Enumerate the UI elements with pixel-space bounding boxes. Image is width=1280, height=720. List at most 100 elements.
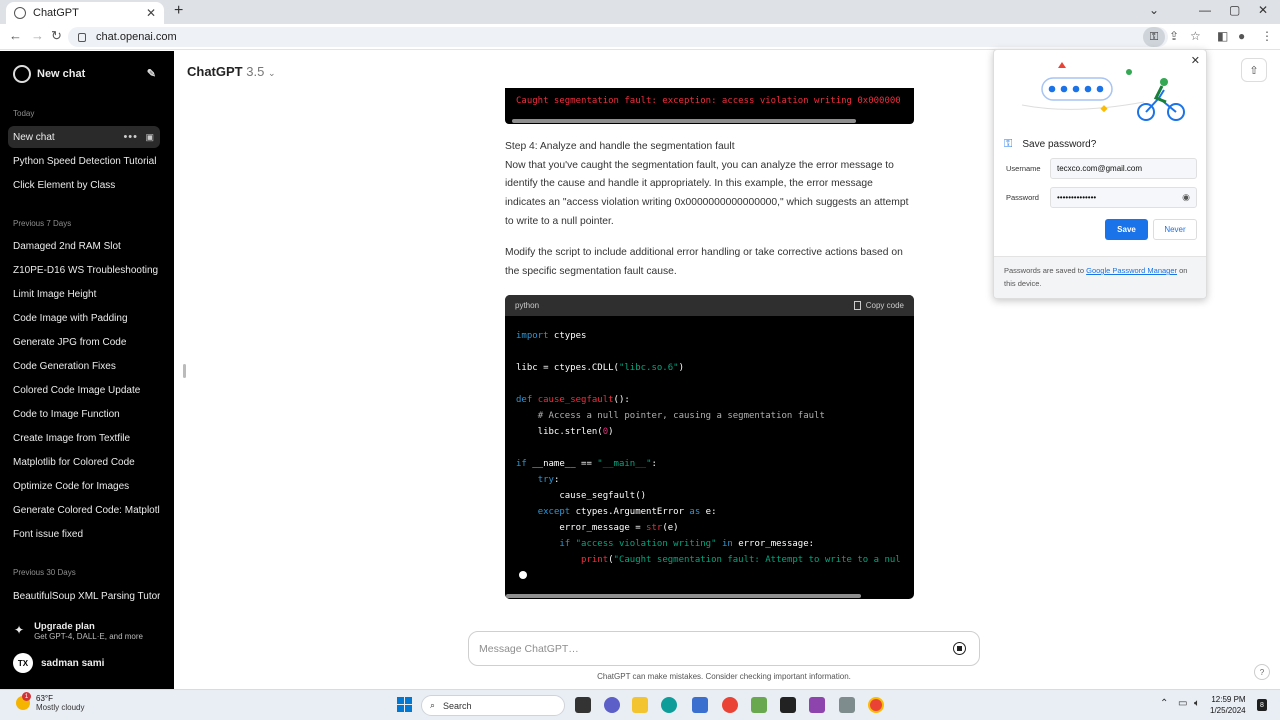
save-password-title: ⚿ Save password? (1004, 138, 1096, 151)
terminal-icon[interactable] (780, 697, 796, 713)
edit-icon[interactable]: ✎ (147, 67, 156, 80)
chat-item[interactable]: Code Generation Fixes (8, 355, 160, 377)
chrome-active-icon[interactable] (868, 697, 884, 713)
search-icon: ⌕ (430, 700, 436, 710)
sparkle-icon: ✦ (14, 623, 25, 637)
app-icon[interactable] (839, 697, 855, 713)
store-icon[interactable] (692, 697, 708, 713)
vpn-icon[interactable] (809, 697, 825, 713)
chat-item[interactable]: Code to Image Function (8, 403, 160, 425)
user-menu[interactable]: TX sadman sami (13, 653, 104, 673)
password-manager-link[interactable]: Google Password Manager (1086, 266, 1177, 275)
close-window-icon[interactable]: ✕ (1258, 3, 1268, 17)
forward-icon[interactable]: → (31, 28, 44, 43)
modify-paragraph: Modify the script to include additional … (505, 247, 903, 277)
volume-icon[interactable]: 🔈︎ (1194, 698, 1200, 709)
chat-item-label: Font issue fixed (13, 528, 84, 540)
chat-item[interactable]: Colored Code Image Update (8, 379, 160, 401)
start-button[interactable] (397, 697, 412, 712)
chat-item[interactable]: Create Image from Textfile (8, 427, 160, 449)
address-bar[interactable]: chat.openai.com (68, 27, 1168, 47)
password-footer: Passwords are saved to Google Password M… (994, 256, 1206, 298)
copy-code-button[interactable]: Copy code (853, 301, 904, 310)
footer-prefix: Passwords are saved to (1004, 266, 1087, 275)
edge-icon[interactable] (661, 697, 677, 713)
notification-badge[interactable]: 8 (1257, 699, 1267, 711)
chat-item[interactable]: Click Element by Class (8, 174, 160, 196)
help-button[interactable]: ? (1254, 664, 1270, 680)
file-explorer-icon[interactable] (632, 697, 648, 713)
chatgpt-favicon-icon (14, 7, 26, 19)
chat-item[interactable]: Generate Colored Code: Matplotli (8, 499, 160, 521)
password-field[interactable]: •••••••••••••• ◉ (1050, 187, 1197, 208)
never-button[interactable]: Never (1153, 219, 1197, 240)
share-button[interactable]: ⇧ (1241, 58, 1267, 82)
profile-icon[interactable]: ● (1238, 29, 1245, 43)
browser-tab[interactable]: ChatGPT ✕ (6, 2, 164, 24)
chat-item[interactable]: New chat ••• ▣ (8, 126, 160, 148)
new-chat-button[interactable]: New chat ✎ (8, 63, 160, 85)
archive-icon[interactable]: ▣ (145, 132, 154, 143)
horizontal-scrollbar[interactable] (512, 119, 856, 123)
save-password-button[interactable]: Save (1105, 219, 1148, 240)
sidebar-resize-handle[interactable] (183, 364, 186, 378)
python-code-block: python Copy code import ctypes libc = ct… (505, 295, 914, 599)
share-page-icon[interactable]: ⇪ (1169, 29, 1179, 43)
chat-item[interactable]: BeautifulSoup XML Parsing Tutor (8, 585, 160, 607)
site-info-icon[interactable] (78, 32, 86, 42)
eye-icon[interactable]: ◉ (1182, 192, 1190, 203)
side-panel-icon[interactable]: ◧ (1217, 29, 1228, 43)
message-input[interactable] (479, 640, 919, 658)
chat-app-icon[interactable] (604, 697, 620, 713)
chat-item[interactable]: Z10PE-D16 WS Troubleshooting G (8, 259, 160, 281)
chat-item[interactable]: Limit Image Height (8, 283, 160, 305)
stop-generating-button[interactable] (953, 642, 966, 655)
tab-title: ChatGPT (33, 7, 79, 19)
maximize-icon[interactable]: ▢ (1229, 3, 1240, 17)
chat-item[interactable]: Font issue fixed (8, 523, 160, 545)
task-view-icon[interactable] (575, 697, 591, 713)
new-tab-icon[interactable]: + (174, 2, 183, 20)
back-icon[interactable]: ← (9, 28, 22, 43)
chat-item[interactable]: Generate JPG from Code (8, 331, 160, 353)
date: 1/25/2024 (1210, 706, 1246, 715)
chat-item-label: Create Image from Textfile (13, 432, 131, 444)
section-label-previous-7-days: Previous 7 Days (13, 219, 72, 228)
upgrade-plan-button[interactable]: ✦ Upgrade plan Get GPT-4, DALL·E, and mo… (14, 621, 143, 641)
username-field[interactable]: tecxco.com@gmail.com (1050, 158, 1197, 179)
message-composer (468, 631, 980, 666)
model-version: 3.5 (246, 64, 265, 79)
password-value: •••••••••••••• (1057, 193, 1097, 202)
bookmark-star-icon[interactable]: ☆ (1190, 29, 1201, 43)
chevron-up-icon[interactable]: ⌃ (1160, 698, 1168, 709)
menu-icon[interactable]: ⋮ (1261, 29, 1273, 43)
password-label: Password (1006, 193, 1039, 202)
close-tab-icon[interactable]: ✕ (146, 6, 156, 20)
chat-item-label: Optimize Code for Images (13, 480, 130, 492)
chat-item[interactable]: Python Speed Detection Tutorial (8, 150, 160, 172)
chrome-icon[interactable] (722, 697, 738, 713)
copy-code-label: Copy code (865, 301, 904, 310)
model-selector[interactable]: ChatGPT 3.5 ⌄ (187, 64, 276, 79)
more-options-icon[interactable]: ••• (123, 131, 138, 143)
save-password-popup: ✕ ⚿ Save password? Username tecxco.com@g… (993, 49, 1207, 299)
chat-item-label: Click Element by Class (13, 179, 116, 191)
chat-item[interactable]: Code Image with Padding (8, 307, 160, 329)
chat-item[interactable]: Optimize Code for Images (8, 475, 160, 497)
taskbar-search[interactable]: ⌕ Search (421, 695, 565, 716)
password-key-icon[interactable]: ⚿ (1143, 27, 1165, 47)
network-icon[interactable]: ▭ (1178, 698, 1187, 709)
search-label: Search (443, 700, 472, 711)
tab-search-icon[interactable]: ⌄ (1149, 3, 1159, 17)
minimize-icon[interactable]: — (1199, 3, 1211, 17)
clock[interactable]: 12:59 PM 1/25/2024 (1210, 694, 1246, 716)
chat-item-label: Python Speed Detection Tutorial (13, 155, 157, 167)
horizontal-scrollbar[interactable] (506, 594, 861, 598)
weather-widget[interactable]: 1 63°F Mostly cloudy (16, 692, 85, 712)
notepad-icon[interactable] (751, 697, 767, 713)
chat-item[interactable]: Damaged 2nd RAM Slot (8, 235, 160, 257)
reload-icon[interactable]: ↻ (51, 28, 62, 44)
chat-item-label: Z10PE-D16 WS Troubleshooting G (13, 264, 160, 276)
chat-item[interactable]: Matplotlib for Colored Code (8, 451, 160, 473)
weather-condition: Mostly cloudy (36, 703, 85, 712)
